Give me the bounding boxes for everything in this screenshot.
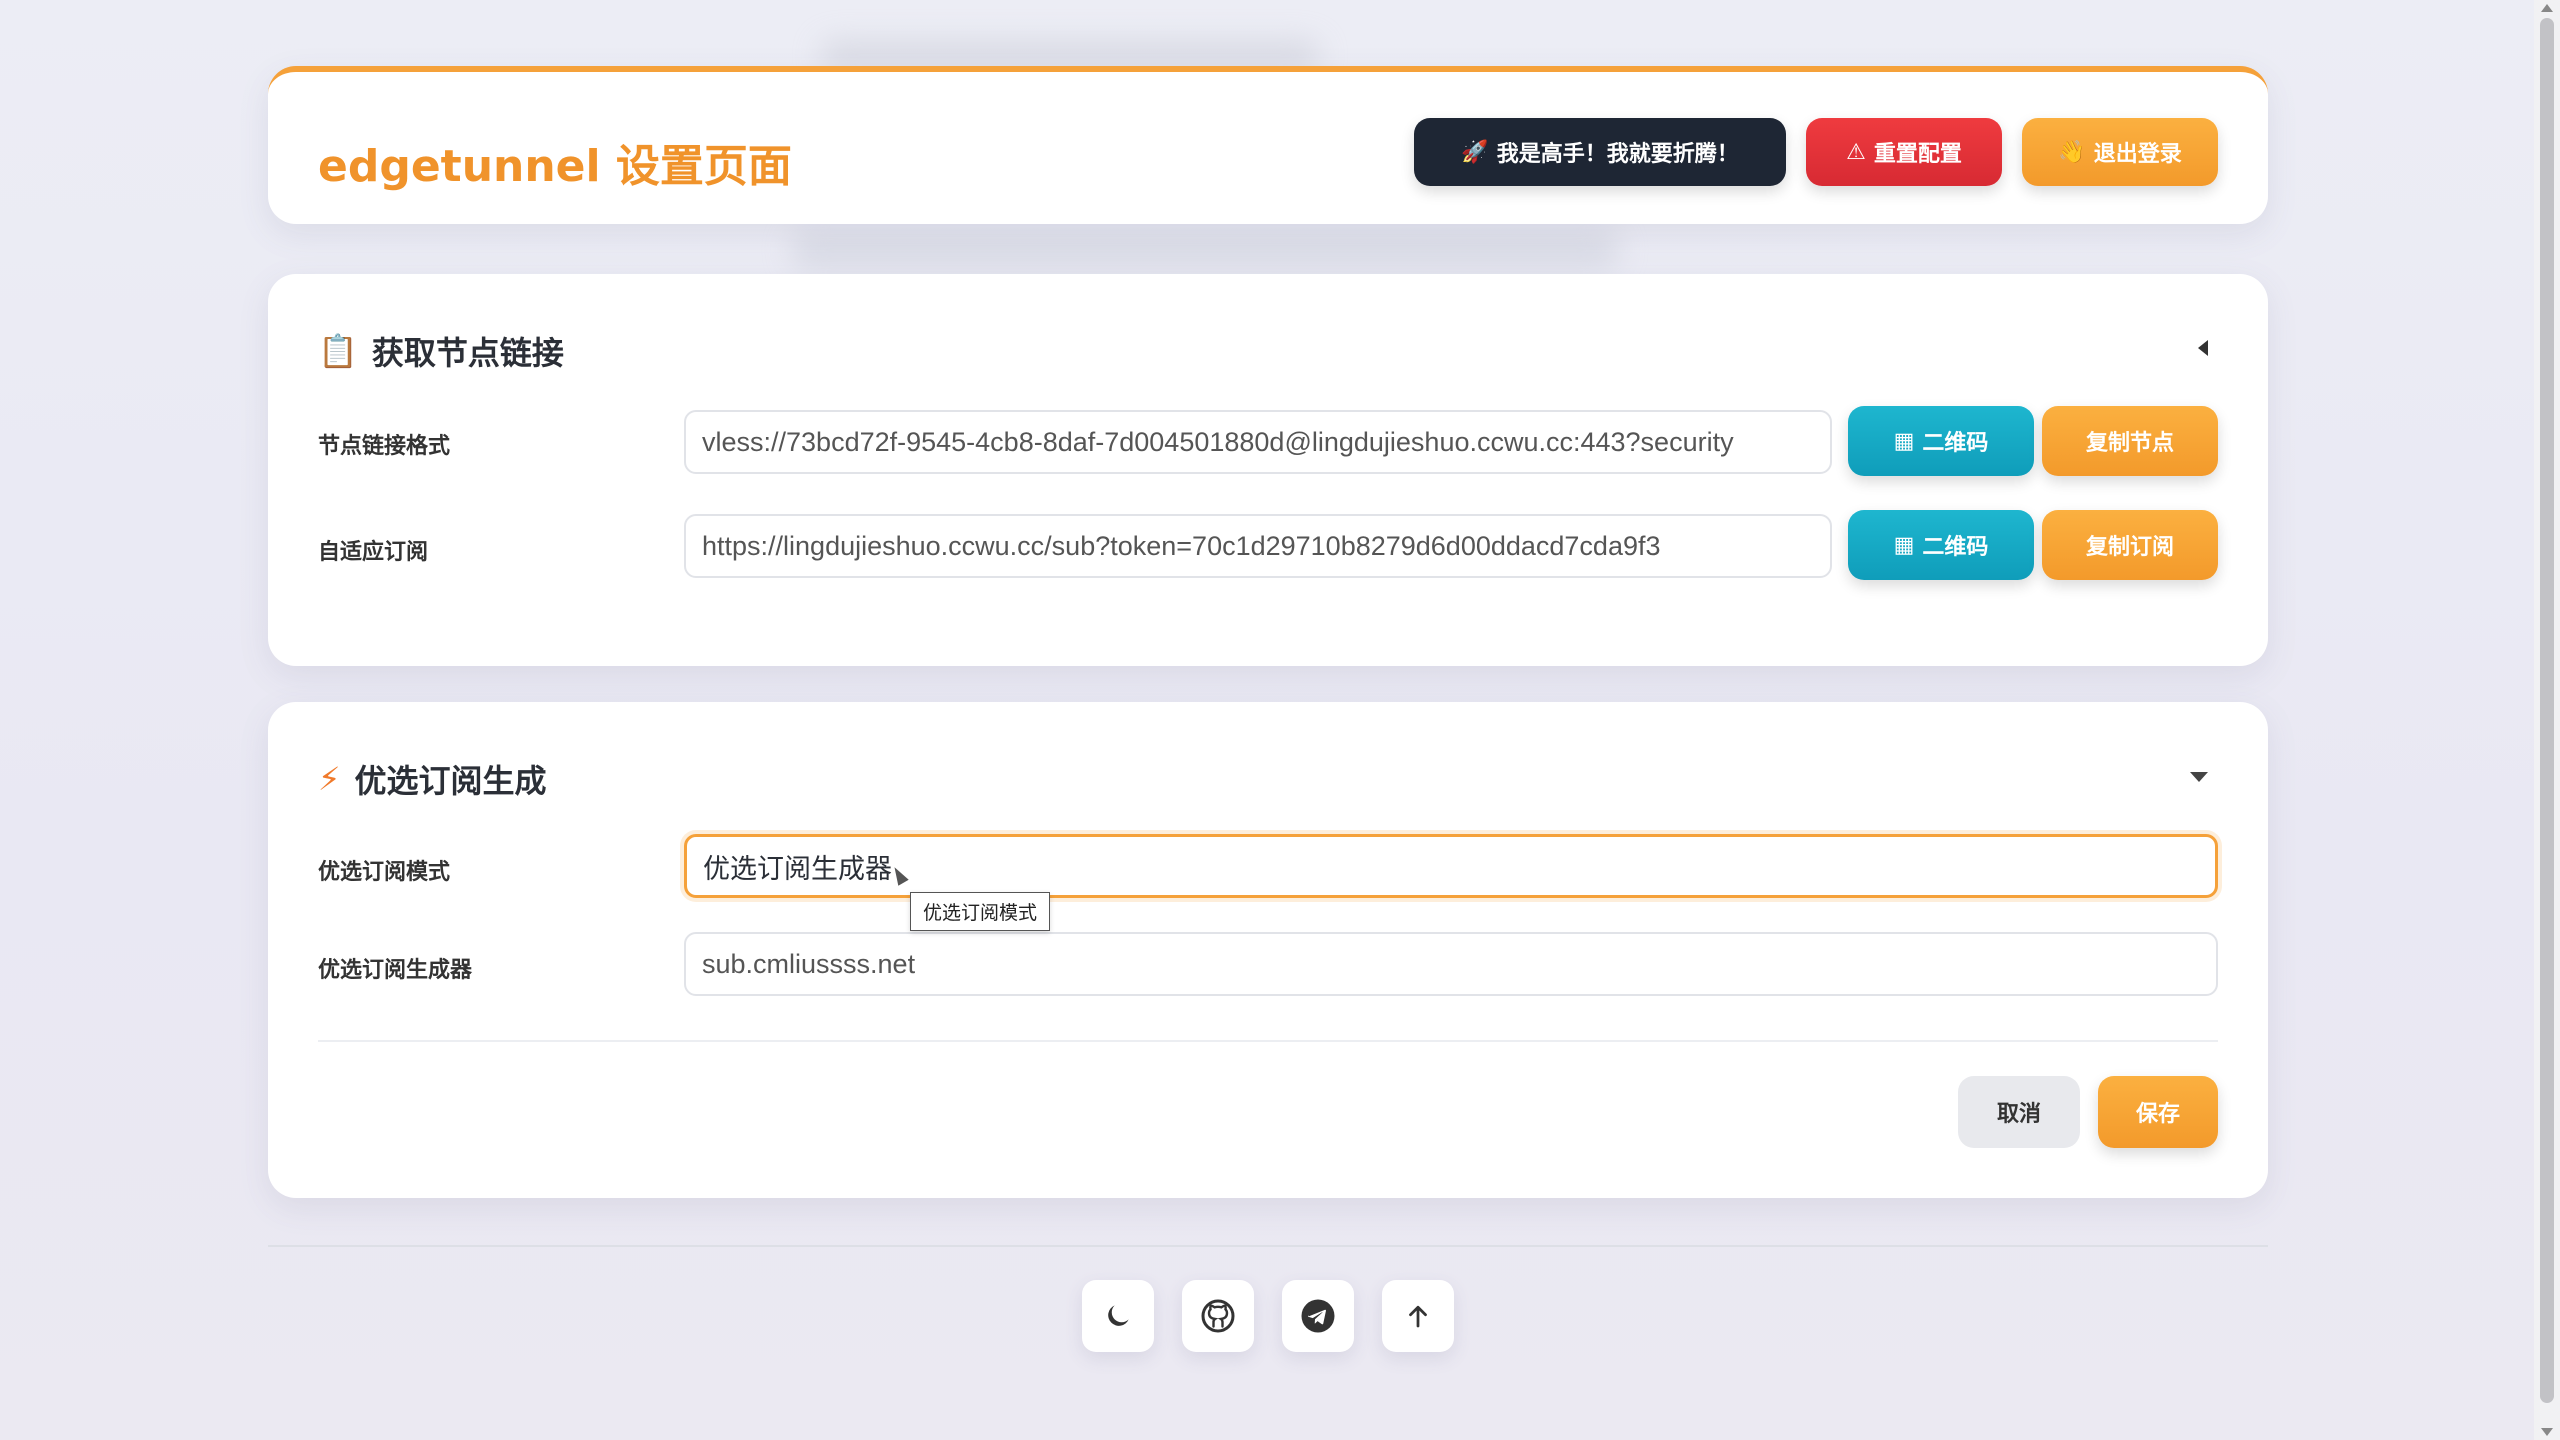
moon-icon	[1108, 1305, 1129, 1326]
preferred-subscription-card: ⚡ 优选订阅生成 优选订阅模式 优选订阅生成器 优选订阅生成器 sub.cmli…	[268, 702, 2268, 1198]
node-link-field[interactable]: vless://73bcd72f-9545-4cb8-8daf-7d004501…	[684, 410, 1832, 474]
preferred-mode-label: 优选订阅模式	[318, 860, 451, 885]
page-title: edgetunnel 设置页面	[318, 141, 792, 192]
qrcode-icon: ▦	[1893, 532, 1915, 558]
expand-toggle-icon[interactable]	[2190, 772, 2208, 782]
dark-mode-button[interactable]	[1082, 1280, 1154, 1352]
qrcode-icon: ▦	[1893, 428, 1915, 454]
wave-hand-icon: 👋	[2058, 139, 2086, 165]
lightning-icon: ⚡	[318, 760, 341, 798]
scrollbar-thumb[interactable]	[2540, 18, 2554, 1403]
preferred-mode-select[interactable]: 优选订阅生成器	[684, 834, 2218, 898]
header-card: edgetunnel 设置页面 🚀 我是高手！我就要折腾！ ⚠ 重置配置 👋 退…	[268, 66, 2268, 224]
page-scrollbar[interactable]	[2534, 0, 2560, 1440]
node-qrcode-label: 二维码	[1922, 431, 1989, 456]
reset-config-button[interactable]: ⚠ 重置配置	[1806, 118, 2002, 186]
form-divider	[318, 1040, 2218, 1042]
subscription-qrcode-label: 二维码	[1922, 535, 1989, 560]
node-link-format-label: 节点链接格式	[318, 434, 451, 459]
arrow-up-icon	[1409, 1305, 1427, 1328]
github-button[interactable]	[1182, 1280, 1254, 1352]
preferred-mode-tooltip: 优选订阅模式	[910, 892, 1051, 931]
copy-node-label: 复制节点	[2085, 431, 2174, 456]
preferred-generator-field[interactable]: sub.cmliussss.net	[684, 932, 2218, 996]
copy-subscription-label: 复制订阅	[2085, 535, 2174, 560]
scroll-up-arrow-icon[interactable]	[2541, 4, 2553, 12]
cancel-button[interactable]: 取消	[1958, 1076, 2080, 1148]
logout-button[interactable]: 👋 退出登录	[2022, 118, 2218, 186]
telegram-icon	[1301, 1299, 1335, 1333]
node-links-title-text: 获取节点链接	[371, 334, 564, 372]
warning-icon: ⚠	[1846, 139, 1866, 165]
cancel-label: 取消	[1996, 1102, 2041, 1127]
footer-divider	[268, 1245, 2268, 1247]
save-button[interactable]: 保存	[2098, 1076, 2218, 1148]
copy-subscription-button[interactable]: 复制订阅	[2042, 510, 2218, 580]
subscription-qrcode-button[interactable]: ▦ 二维码	[1848, 510, 2034, 580]
background-blur-middle	[790, 230, 1620, 270]
node-links-title: 📋 获取节点链接	[318, 328, 564, 374]
github-icon	[1201, 1299, 1235, 1333]
telegram-button[interactable]	[1282, 1280, 1354, 1352]
collapse-toggle-icon[interactable]	[2198, 340, 2208, 356]
save-label: 保存	[2135, 1102, 2180, 1127]
adaptive-subscription-field[interactable]: https://lingdujieshuo.ccwu.cc/sub?token=…	[684, 514, 1832, 578]
reset-config-label: 重置配置	[1873, 142, 1962, 167]
clipboard-icon: 📋	[318, 332, 358, 370]
expert-mode-button[interactable]: 🚀 我是高手！我就要折腾！	[1414, 118, 1786, 186]
scroll-down-arrow-icon[interactable]	[2541, 1428, 2553, 1436]
node-links-card: 📋 获取节点链接 节点链接格式 vless://73bcd72f-9545-4c…	[268, 274, 2268, 666]
logout-label: 退出登录	[2093, 142, 2182, 167]
expert-mode-label: 我是高手！我就要折腾！	[1496, 142, 1739, 167]
scroll-top-button[interactable]	[1382, 1280, 1454, 1352]
preferred-subscription-title-text: 优选订阅生成	[354, 762, 547, 800]
adaptive-subscription-label: 自适应订阅	[318, 540, 429, 565]
copy-node-button[interactable]: 复制节点	[2042, 406, 2218, 476]
rocket-icon: 🚀	[1461, 139, 1489, 165]
preferred-subscription-title: ⚡ 优选订阅生成	[318, 756, 546, 802]
node-qrcode-button[interactable]: ▦ 二维码	[1848, 406, 2034, 476]
preferred-generator-label: 优选订阅生成器	[318, 958, 473, 983]
